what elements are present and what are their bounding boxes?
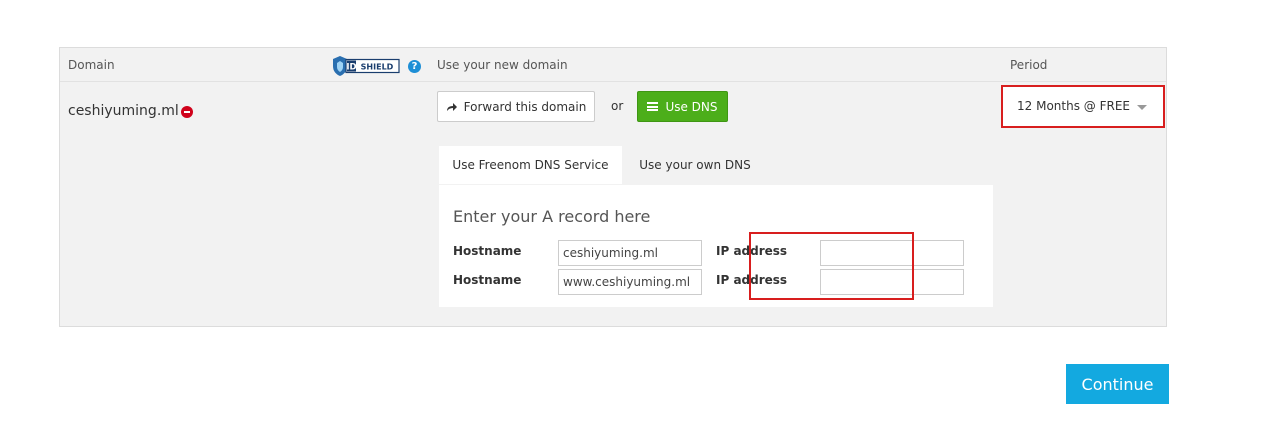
forward-domain-label: Forward this domain — [463, 99, 587, 114]
tab-freenom-dns[interactable]: Use Freenom DNS Service — [439, 146, 622, 184]
use-dns-button[interactable]: Use DNS — [637, 91, 728, 122]
svg-text:ID: ID — [346, 62, 356, 72]
forward-arrow-icon — [446, 102, 457, 111]
svg-text:SHIELD: SHIELD — [361, 62, 394, 71]
list-icon — [647, 102, 659, 111]
period-column-header: Period — [1010, 58, 1048, 72]
ip-fields-highlight — [749, 232, 914, 300]
hostname-label-1: Hostname — [453, 244, 522, 258]
domain-table: Domain ID SHIELD ? Use your new domain P… — [59, 47, 1167, 327]
table-header: Domain ID SHIELD ? Use your new domain P… — [60, 48, 1166, 82]
help-icon[interactable]: ? — [408, 60, 421, 73]
domain-column-header: Domain — [68, 58, 115, 72]
use-dns-label: Use DNS — [665, 99, 718, 114]
new-domain-column-header: Use your new domain — [437, 58, 568, 72]
continue-button[interactable]: Continue — [1066, 364, 1169, 404]
hostname-input-1[interactable] — [558, 240, 702, 266]
period-select[interactable]: 12 Months @ FREE — [1001, 85, 1165, 128]
domain-name: ceshiyuming.ml — [68, 103, 179, 119]
caret-down-icon — [1137, 105, 1147, 110]
a-record-title: Enter your A record here — [453, 207, 651, 226]
dns-tabs: Use Freenom DNS Service Use your own DNS — [439, 146, 993, 184]
hostname-input-2[interactable] — [558, 269, 702, 295]
remove-icon[interactable] — [181, 106, 193, 118]
hostname-label-2: Hostname — [453, 273, 522, 287]
period-selected-value: 12 Months @ FREE — [1017, 99, 1130, 113]
idshield-logo: ID SHIELD — [333, 56, 400, 76]
or-text: or — [611, 99, 624, 113]
tab-own-dns[interactable]: Use your own DNS — [622, 146, 768, 184]
forward-domain-button[interactable]: Forward this domain — [437, 91, 595, 122]
